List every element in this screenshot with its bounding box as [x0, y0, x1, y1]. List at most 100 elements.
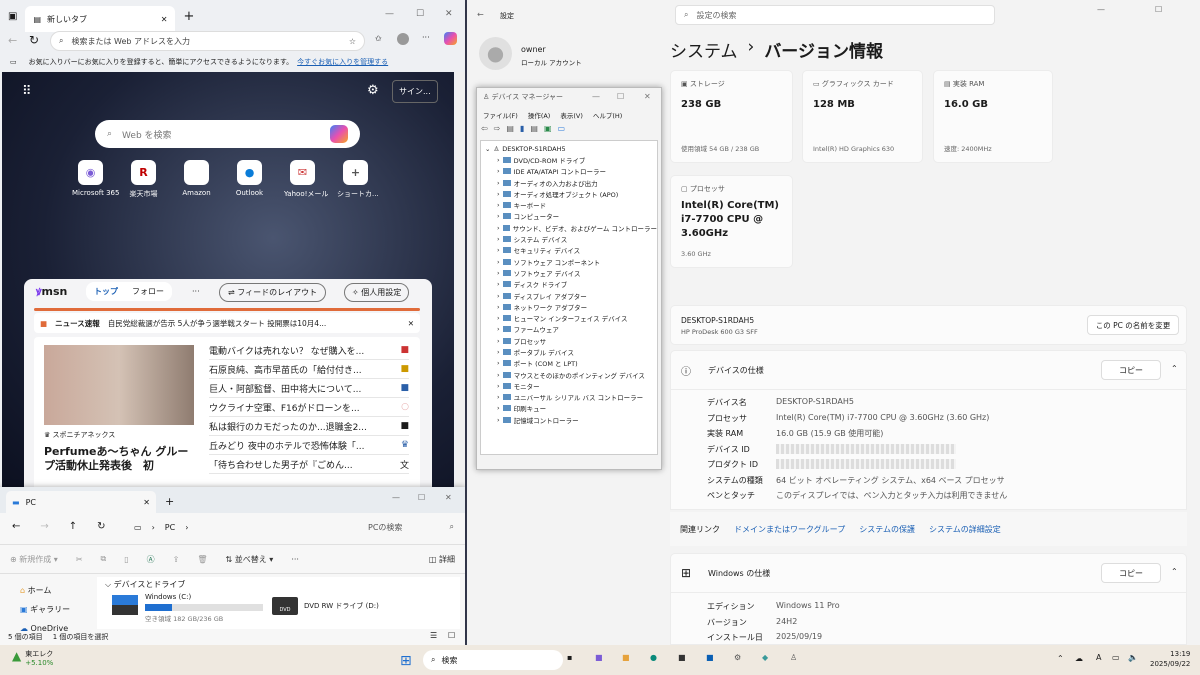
tile-yahoo-mail[interactable]: ✉ Yahoo!メール	[284, 160, 328, 199]
tile-amazon[interactable]: a Amazon	[178, 160, 215, 199]
menu-action[interactable]: 操作(A)	[528, 110, 551, 120]
close-tab-icon[interactable]: ✕	[161, 15, 168, 24]
copy-icon[interactable]: ⧉	[101, 554, 107, 564]
device-category[interactable]: › ソフトウェア デバイス	[485, 267, 657, 278]
back-icon[interactable]: ←	[477, 10, 484, 19]
device-category[interactable]: › ディスク ドライブ	[485, 279, 657, 290]
group-header[interactable]: ⌵ デバイスとドライブ	[105, 579, 185, 590]
close-button[interactable]: ✕	[644, 92, 651, 101]
update-driver-icon[interactable]: ▤	[530, 124, 538, 133]
scan-icon[interactable]: ▣	[544, 124, 552, 133]
details-button[interactable]: ◫ 詳細	[429, 554, 455, 565]
vertical-scrollbar[interactable]	[456, 72, 465, 487]
minimize-button[interactable]: —	[392, 493, 400, 502]
device-category[interactable]: › ディスプレイ アダプター	[485, 290, 657, 301]
minimize-button[interactable]: —	[1097, 5, 1105, 14]
device-category[interactable]: › オーディオ処理オブジェクト (APO)	[485, 188, 657, 199]
widgets-app-icon[interactable]: ■	[595, 653, 603, 662]
forward-icon[interactable]: →	[40, 521, 48, 532]
maximize-button[interactable]: ☐	[617, 92, 624, 101]
stock-widget[interactable]: ▲ 東エレク +5.10%	[12, 649, 53, 667]
refresh-icon[interactable]: ↻	[29, 33, 39, 47]
more-icon[interactable]: ···	[291, 555, 299, 564]
news-item[interactable]: 丘みどり 夜中のホテルで恐怖体験「... ♛	[209, 436, 409, 455]
maximize-button[interactable]: ☐	[416, 9, 424, 19]
network-icon[interactable]: ▭	[1112, 653, 1120, 662]
advanced-system-settings-link[interactable]: システムの詳細設定	[929, 524, 1001, 535]
breadcrumb-system[interactable]: システム	[670, 37, 738, 62]
copilot-icon[interactable]	[444, 32, 457, 45]
delete-icon[interactable]: 🗑	[197, 555, 207, 564]
news-image[interactable]	[44, 345, 194, 425]
manage-favorites-link[interactable]: 今すぐお気に入りを管理する	[297, 57, 388, 67]
outlook-icon[interactable]: ■	[706, 653, 714, 662]
onedrive-icon[interactable]: ☁	[1075, 654, 1083, 663]
address-bar[interactable]: ▭ › PC ›	[130, 517, 358, 537]
taskbar-search[interactable]: ⌕ 検索	[423, 650, 563, 670]
apps-grid-icon[interactable]: ⠿	[22, 84, 32, 99]
back-icon[interactable]: ⇦	[481, 124, 488, 133]
windows-spec-header[interactable]: ⊞ Windows の仕様 コピー ⌃	[670, 553, 1187, 593]
device-category[interactable]: › ポータブル デバイス	[485, 346, 657, 357]
minimize-button[interactable]: —	[385, 9, 394, 19]
device-category[interactable]: › サウンド、ビデオ、およびゲーム コントローラー	[485, 222, 657, 233]
device-category[interactable]: › モニター	[485, 380, 657, 391]
personalize-button[interactable]: ✧ 個人用設定	[344, 283, 410, 302]
close-button[interactable]: ✕	[445, 9, 453, 19]
back-icon[interactable]: ←	[8, 34, 17, 47]
back-icon[interactable]: ←	[12, 521, 20, 532]
device-category[interactable]: › ヒューマン インターフェイス デバイス	[485, 312, 657, 323]
web-search-box[interactable]: ⌕ Web を検索	[95, 120, 360, 148]
tree-root[interactable]: ⌄ ♙ DESKTOP-S1RDAH5	[485, 143, 657, 154]
menu-file[interactable]: ファイル(F)	[483, 110, 518, 120]
favorite-star-icon[interactable]: ☆	[349, 37, 356, 46]
monitor-icon[interactable]: ▭	[558, 124, 566, 133]
file-explorer-icon[interactable]: ■	[622, 653, 630, 662]
main-headline[interactable]: Perfumeあ～ちゃん グループ活動休止発表後 初	[44, 445, 194, 473]
device-category[interactable]: › セキュリティ デバイス	[485, 245, 657, 256]
edge-icon[interactable]: ●	[650, 653, 657, 662]
device-category[interactable]: › マウスとそのほかのポインティング デバイス	[485, 369, 657, 380]
clock[interactable]: 13:19 2025/09/22	[1150, 649, 1190, 669]
rename-icon[interactable]: Ⓐ	[147, 554, 155, 565]
share-icon[interactable]: ⇪	[173, 555, 180, 564]
nav-home[interactable]: ⌂ ホーム	[20, 581, 70, 600]
news-item[interactable]: 巨人・阿部監督、田中将大について... ■	[209, 379, 409, 398]
forward-icon[interactable]: ⇨	[494, 124, 501, 133]
tile-rakuten[interactable]: R 楽天市場	[125, 160, 162, 199]
tile-microsoft-365[interactable]: ◉ Microsoft 365	[72, 160, 119, 199]
drive-c[interactable]: Windows (C:) 空き領域 182 GB/236 GB	[112, 593, 267, 625]
maximize-button[interactable]: ☐	[418, 493, 425, 502]
more-icon[interactable]: ···	[422, 33, 430, 42]
nav-gallery[interactable]: ▣ ギャラリー	[20, 600, 70, 619]
device-category[interactable]: › ネットワーク アダプター	[485, 301, 657, 312]
favorites-icon[interactable]: ✩	[375, 34, 382, 43]
menu-help[interactable]: ヘルプ(H)	[593, 110, 622, 120]
ime-indicator[interactable]: A	[1096, 653, 1101, 662]
store-icon[interactable]: ■	[678, 653, 686, 662]
user-avatar[interactable]: ●	[479, 37, 512, 70]
tiles-view-icon[interactable]: ☐	[448, 631, 455, 640]
tile-outlook[interactable]: ● Outlook	[231, 160, 268, 199]
news-item[interactable]: 石原良純、高市早苗氏の「給付付き... ■	[209, 360, 409, 379]
device-category[interactable]: › 記憶域コントローラー	[485, 414, 657, 425]
device-category[interactable]: › IDE ATA/ATAPI コントローラー	[485, 166, 657, 177]
device-spec-header[interactable]: ⓘ デバイスの仕様 コピー ⌃	[670, 350, 1187, 390]
close-button[interactable]: ✕	[445, 493, 452, 502]
device-category[interactable]: › システム デバイス	[485, 233, 657, 244]
feed-layout-button[interactable]: ⇌ フィードのレイアウト	[219, 283, 327, 302]
copy-button[interactable]: コピー	[1101, 563, 1161, 583]
chevron-up-icon[interactable]: ⌃	[1171, 364, 1178, 373]
address-bar[interactable]: ⌕ 検索または Web アドレスを入力 ☆	[50, 31, 365, 51]
device-category[interactable]: › キーボード	[485, 199, 657, 210]
chevron-up-icon[interactable]: ⌃	[1171, 567, 1178, 576]
close-tab-icon[interactable]: ✕	[143, 498, 150, 507]
domain-workgroup-link[interactable]: ドメインまたはワークグループ	[734, 524, 845, 535]
device-category[interactable]: › ソフトウェア コンポーネント	[485, 256, 657, 267]
tab-follow[interactable]: フォロー	[132, 286, 164, 297]
tile-add-shortcut[interactable]: + ショートカ...	[337, 160, 379, 199]
device-category[interactable]: › ポート (COM と LPT)	[485, 358, 657, 369]
profile-avatar[interactable]	[397, 33, 409, 45]
rename-pc-button[interactable]: この PC の名前を変更	[1087, 315, 1179, 335]
maximize-button[interactable]: ☐	[1155, 5, 1162, 14]
